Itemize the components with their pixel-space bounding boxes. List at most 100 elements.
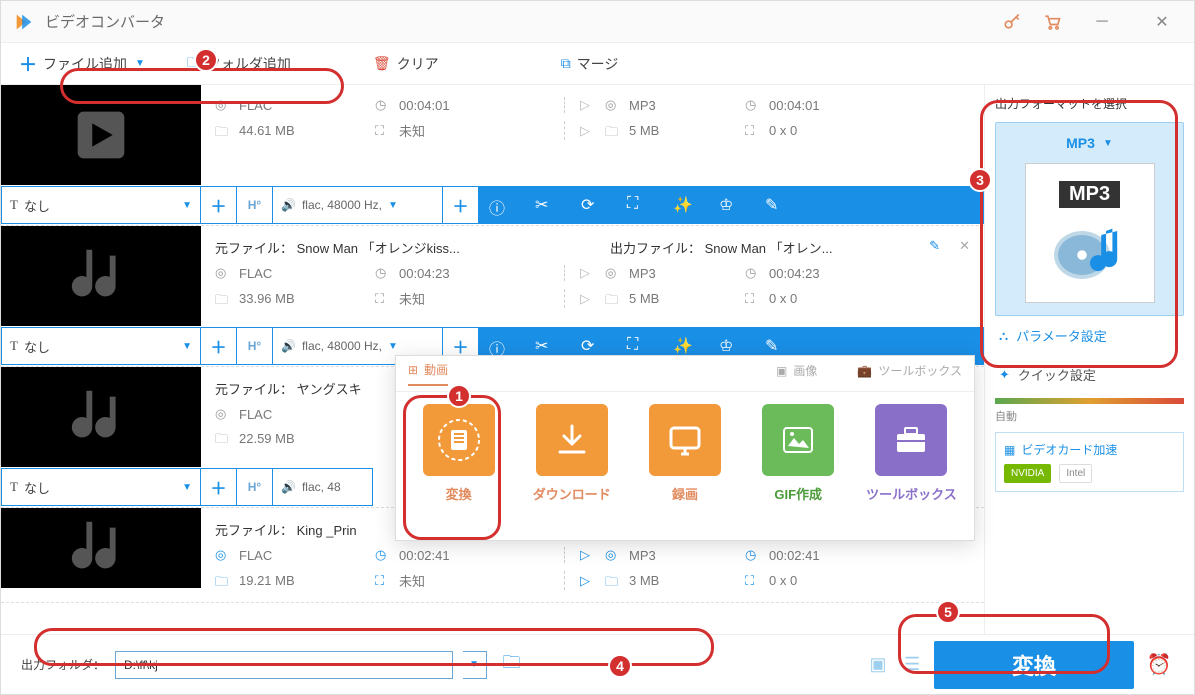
- list-item: 元ファイル： Snow Man 「オレンジkiss... 出力ファイル： Sno…: [1, 226, 984, 367]
- watermark-icon[interactable]: ♔: [719, 195, 739, 215]
- effects-icon[interactable]: ✨: [673, 336, 693, 356]
- browse-folder-icon[interactable]: 🗀: [497, 650, 527, 680]
- output-folder-dropdown[interactable]: ▼: [463, 651, 487, 679]
- disc-icon: ◎: [215, 265, 231, 281]
- annotation-marker-1: 1: [447, 384, 471, 408]
- thumbnail[interactable]: [1, 367, 201, 467]
- parameter-settings-link[interactable]: ⛬ パラメータ設定: [995, 316, 1184, 355]
- format-selector[interactable]: MP3▼ MP3: [995, 122, 1184, 316]
- add-audio-button[interactable]: ＋: [443, 186, 479, 224]
- audio-track-select[interactable]: 🔊flac, 48: [273, 468, 373, 506]
- arrow-right-icon: ▷: [580, 291, 590, 307]
- add-file-button[interactable]: ＋ ファイル追加 ▼: [13, 47, 151, 81]
- src-codec: FLAC: [239, 548, 272, 563]
- popup-toolbox-card[interactable]: ツールボックス: [861, 404, 962, 503]
- rotate-icon[interactable]: ⟳: [581, 195, 601, 215]
- add-subtitle-button[interactable]: ＋: [201, 468, 237, 506]
- app-window: ビデオコンバータ ─ ✕ ＋ ファイル追加 ▼ 🗀 フォルダ追加 🗑 クリア ⧉…: [0, 0, 1195, 695]
- clock-icon: ◷: [745, 265, 761, 281]
- subtitle-settings-button[interactable]: H°: [237, 327, 273, 365]
- toolbox-icon: [875, 404, 947, 476]
- quick-settings-link[interactable]: ✦ クイック設定: [995, 355, 1184, 394]
- tab-label: 動画: [424, 361, 448, 378]
- chevron-down-icon: ▼: [388, 200, 398, 211]
- clock-icon: ◷: [375, 97, 391, 113]
- gif-icon: [762, 404, 834, 476]
- effects-icon[interactable]: ✨: [673, 195, 693, 215]
- folder-icon: 🗀: [605, 123, 621, 139]
- minimize-button[interactable]: ─: [1082, 7, 1122, 37]
- out-size: 5 MB: [629, 123, 659, 138]
- subtitle-settings-button[interactable]: H°: [237, 468, 273, 506]
- arrow-right-icon: ▷: [580, 265, 590, 281]
- out-resolution: 0 x 0: [769, 573, 797, 588]
- card-label: 変換: [446, 484, 472, 503]
- popup-convert-card[interactable]: 変換: [408, 404, 509, 503]
- image-icon: ▣: [776, 364, 787, 378]
- popup-record-card[interactable]: 録画: [634, 404, 735, 503]
- crop-icon[interactable]: ⛶: [627, 336, 647, 356]
- folder-icon: 🗀: [215, 291, 231, 307]
- output-folder-input[interactable]: [115, 651, 453, 679]
- chevron-down-icon: ▼: [182, 341, 192, 352]
- popup-gif-card[interactable]: GIF作成: [748, 404, 849, 503]
- clock-icon: ◷: [745, 547, 761, 563]
- merge-label: マージ: [577, 54, 619, 74]
- download-icon: [536, 404, 608, 476]
- subtitle-settings-button[interactable]: H°: [237, 186, 273, 224]
- chevron-down-icon[interactable]: ▼: [135, 58, 145, 69]
- edit-icon[interactable]: ✎: [765, 336, 785, 356]
- info-icon[interactable]: ⓘ: [489, 195, 509, 215]
- subtitle-select[interactable]: Tなし▼: [1, 327, 201, 365]
- dimensions-icon: ⛶: [375, 123, 391, 139]
- audio-track-select[interactable]: 🔊flac, 48000 Hz, ▼: [273, 186, 443, 224]
- remove-item-icon[interactable]: ✕: [940, 238, 970, 257]
- quality-slider[interactable]: [995, 398, 1184, 404]
- src-size: 19.21 MB: [239, 573, 295, 588]
- crop-icon[interactable]: ⛶: [627, 195, 647, 215]
- popup-tab-image[interactable]: ▣ 画像: [776, 362, 817, 385]
- popup-download-card[interactable]: ダウンロード: [521, 404, 622, 503]
- dimensions-icon: ⛶: [745, 573, 761, 589]
- trash-icon: 🗑: [373, 55, 391, 72]
- thumbnail[interactable]: [1, 85, 201, 185]
- chevron-down-icon: ▼: [182, 200, 192, 211]
- schedule-icon[interactable]: ⏰: [1144, 652, 1174, 677]
- merge-button[interactable]: ⧉ マージ: [555, 50, 625, 78]
- key-icon[interactable]: [1002, 12, 1022, 32]
- subtitle-select[interactable]: Tなし▼: [1, 186, 201, 224]
- tab-label: 画像: [793, 362, 817, 379]
- info-icon[interactable]: ⓘ: [489, 336, 509, 356]
- format-preview: MP3: [1025, 163, 1155, 303]
- nvidia-badge: NVIDIA: [1004, 464, 1051, 483]
- rotate-icon[interactable]: ⟳: [581, 336, 601, 356]
- disc-icon: ◎: [605, 97, 621, 113]
- convert-button[interactable]: 変換: [934, 641, 1134, 689]
- watermark-icon[interactable]: ♔: [719, 336, 739, 356]
- clear-button[interactable]: 🗑 クリア: [367, 50, 445, 78]
- popup-tab-video[interactable]: ⊞ 動画: [408, 361, 448, 386]
- edit-icon[interactable]: ✎: [765, 195, 785, 215]
- item-controls: Tなし▼ ＋ H° 🔊flac, 48000 Hz, ▼ ＋ ⓘ ✂ ⟳ ⛶ ✨…: [1, 185, 984, 225]
- popup-tab-toolbox[interactable]: 💼ツールボックス: [857, 362, 962, 385]
- thumbnail[interactable]: [1, 226, 201, 326]
- cut-icon[interactable]: ✂: [535, 195, 555, 215]
- briefcase-icon: 💼: [857, 364, 872, 378]
- card-label: ツールボックス: [866, 484, 957, 503]
- add-subtitle-button[interactable]: ＋: [201, 186, 237, 224]
- cart-icon[interactable]: [1042, 12, 1062, 32]
- src-resolution: 未知: [399, 571, 425, 590]
- film-icon: ⊞: [408, 363, 418, 377]
- add-subtitle-button[interactable]: ＋: [201, 327, 237, 365]
- gpu-title: ビデオカード加速: [1021, 441, 1117, 458]
- close-button[interactable]: ✕: [1142, 7, 1182, 37]
- subtitle-select[interactable]: Tなし▼: [1, 468, 201, 506]
- out-codec: MP3: [629, 98, 656, 113]
- thumbnail[interactable]: [1, 508, 201, 588]
- snapshot-icon[interactable]: ▣: [866, 654, 890, 675]
- arrow-right-icon: ▷: [580, 547, 590, 563]
- list-icon[interactable]: ☰: [900, 654, 924, 675]
- edit-filename-icon[interactable]: ✎: [890, 238, 940, 257]
- format-name: MP3: [1066, 135, 1095, 151]
- cut-icon[interactable]: ✂: [535, 336, 555, 356]
